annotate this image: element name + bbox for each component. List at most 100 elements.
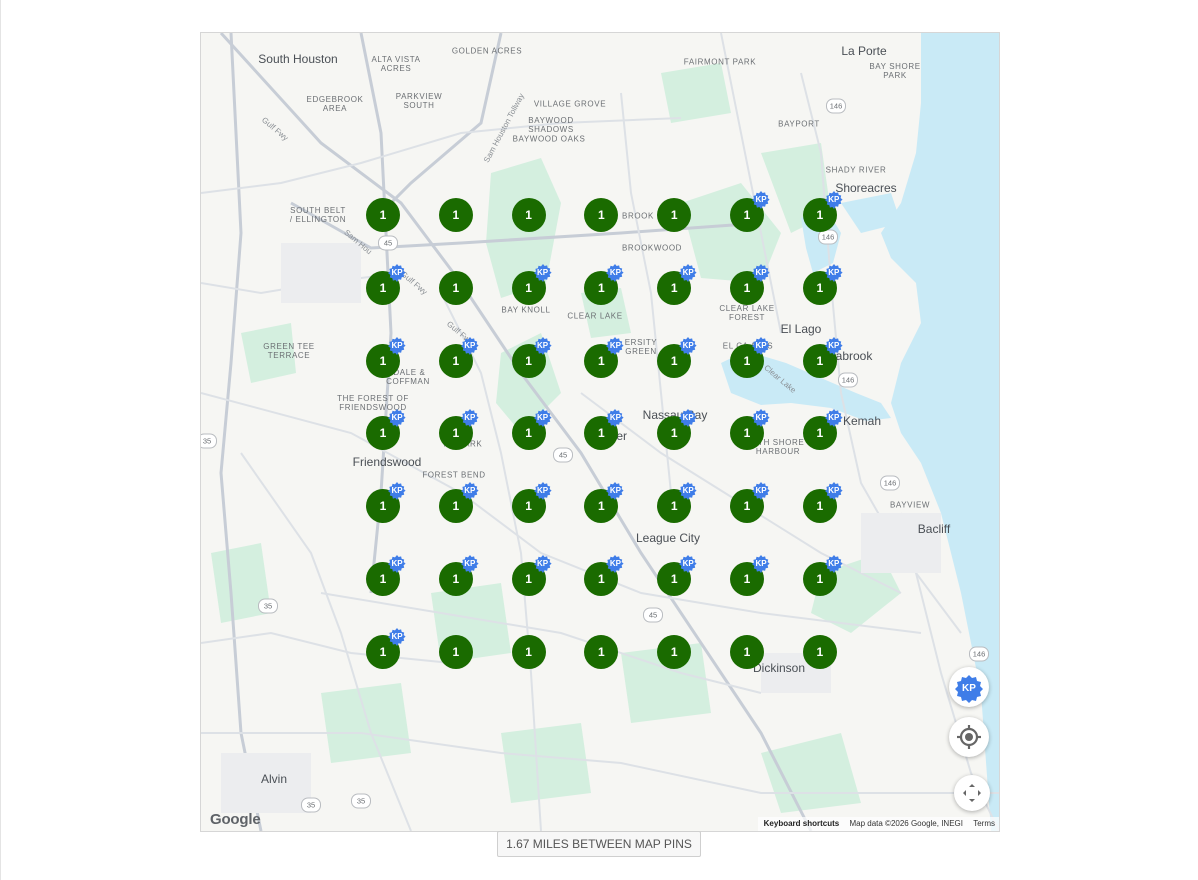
map-pin[interactable]: 1 — [657, 634, 692, 669]
pin-count: 1 — [525, 499, 532, 514]
pin-count: 1 — [379, 572, 387, 586]
kp-badge-icon: KP — [606, 336, 624, 355]
map-pin[interactable]: 1 KP — [511, 482, 552, 524]
pin-count: 1 — [816, 280, 824, 295]
pin-count: 1 — [816, 572, 824, 586]
kp-badge-icon: KP — [606, 263, 624, 282]
pin-count: 1 — [452, 426, 460, 441]
kp-badge-icon: KP — [679, 482, 697, 501]
map-pin[interactable]: 1 KP — [438, 555, 479, 596]
kp-badge-text: KP — [464, 413, 476, 423]
pin-count: 1 — [598, 644, 605, 659]
map-pin[interactable]: 1 KP — [802, 409, 843, 451]
kp-badge-text: KP — [537, 559, 549, 568]
kp-badge-icon: KP — [824, 263, 843, 282]
kp-badge-text: KP — [828, 559, 840, 568]
map-pin[interactable]: 1 KP — [802, 191, 843, 232]
map-data-credit: Map data ©2026 Google, INEGI — [849, 819, 963, 828]
map-pin[interactable]: 1 KP — [366, 555, 406, 596]
map-canvas[interactable]: South Houston GOLDEN ACRES ALTA VISTA ACRE… — [200, 32, 1000, 832]
map-pin[interactable]: 1 KP — [511, 336, 552, 378]
kp-badge-text: KP — [828, 267, 840, 277]
map-pin[interactable]: 1 KP — [730, 336, 770, 378]
map-pin[interactable]: 1 — [511, 634, 546, 669]
map-pin[interactable]: 1 KP — [584, 263, 624, 305]
kp-badge-text: KP — [464, 340, 476, 350]
map-pin[interactable]: 1 — [366, 198, 400, 232]
map-pin[interactable]: 1 KP — [366, 482, 406, 524]
map-pin[interactable]: 1 KP — [730, 263, 770, 305]
terms-link[interactable]: Terms — [973, 819, 995, 828]
kp-badge-text: KP — [682, 559, 694, 568]
map-pin[interactable]: 1 KP — [511, 555, 552, 596]
route-shield: 146 — [838, 372, 858, 388]
kp-badge-text: KP — [391, 631, 403, 641]
pin-count: 1 — [525, 208, 532, 222]
kp-badge-text: KP — [755, 413, 767, 423]
pin-count: 1 — [452, 572, 460, 586]
map-pin[interactable]: 1 KP — [802, 482, 843, 524]
kp-badge-icon: KP — [679, 336, 697, 355]
map-pin[interactable]: 1 — [438, 198, 473, 232]
kp-badge-icon: KP — [533, 409, 552, 428]
pin-count: 1 — [670, 208, 678, 222]
pin-count: 1 — [452, 644, 460, 659]
pin-count: 1 — [670, 644, 678, 659]
kp-filter-button[interactable]: KP — [949, 667, 989, 707]
kp-badge-text: KP — [755, 267, 767, 277]
kp-badge-text: KP — [755, 559, 767, 568]
locate-me-button[interactable] — [949, 717, 989, 757]
kp-badge-text: KP — [682, 486, 694, 496]
map-pin[interactable]: 1 — [438, 270, 473, 305]
kp-badge-icon: KP — [752, 555, 770, 573]
map-pin[interactable]: 1 KP — [438, 409, 479, 451]
kp-badge-text: KP — [391, 413, 403, 423]
map-pin[interactable]: 1 KP — [366, 336, 406, 378]
kp-badge-icon: KP — [460, 409, 479, 428]
pin-count: 1 — [379, 426, 387, 441]
kp-badge-icon: KP — [606, 555, 624, 573]
map-pin[interactable]: 1 KP — [438, 336, 479, 378]
pin-count: 1 — [452, 499, 460, 514]
keyboard-shortcuts-link[interactable]: Keyboard shortcuts — [764, 819, 840, 828]
kp-badge-text: KP — [828, 340, 840, 350]
map-pin[interactable]: 1 — [584, 634, 619, 669]
map-pin[interactable]: 1 KP — [802, 555, 843, 596]
kp-badge-icon: KP — [955, 675, 983, 703]
page-edge — [0, 0, 1, 880]
map-pin[interactable]: 1 KP — [657, 263, 697, 305]
map-pin[interactable]: 1 KP — [730, 482, 770, 524]
pin-count: 1 — [598, 499, 605, 514]
map-pin[interactable]: 1 KP — [438, 482, 479, 524]
fullscreen-button[interactable] — [954, 775, 990, 811]
pin-count: 1 — [598, 426, 605, 441]
pin-count: 1 — [743, 426, 751, 441]
route-shield: 146 — [969, 646, 989, 662]
kp-badge-text: KP — [537, 413, 549, 423]
pin-count: 1 — [670, 499, 678, 514]
map-pin[interactable]: 1 KP — [511, 263, 552, 305]
map-pin[interactable]: 1 KP — [802, 263, 843, 305]
kp-badge-text: KP — [828, 486, 840, 496]
map-pin[interactable]: 1 — [730, 634, 764, 669]
kp-badge-text: KP — [828, 195, 840, 204]
kp-badge-icon: KP — [533, 336, 552, 355]
map-pin[interactable]: 1 — [438, 634, 473, 669]
kp-badge-icon: KP — [752, 191, 770, 209]
map-pin[interactable]: 1 KP — [366, 263, 406, 305]
route-shield: 146 — [826, 98, 846, 114]
map-pin[interactable]: 1 KP — [366, 627, 406, 669]
kp-badge-icon: KP — [388, 409, 406, 428]
kp-badge-icon: KP — [824, 336, 843, 355]
map-pin[interactable]: 1 KP — [802, 336, 843, 378]
map-pin[interactable]: 1 KP — [657, 336, 697, 378]
map-pin[interactable]: 1 KP — [511, 409, 552, 451]
map-pin[interactable]: 1 — [511, 198, 546, 232]
map-pin[interactable]: 1 KP — [584, 336, 624, 378]
map-pin[interactable]: 1 — [802, 634, 837, 669]
map-pin[interactable]: 1 KP — [730, 555, 770, 596]
kp-badge-text: KP — [609, 486, 621, 496]
map-pin[interactable]: 1 KP — [657, 555, 697, 596]
map-pin[interactable]: 1 — [657, 198, 692, 232]
map-pin[interactable]: 1 KP — [730, 191, 770, 232]
